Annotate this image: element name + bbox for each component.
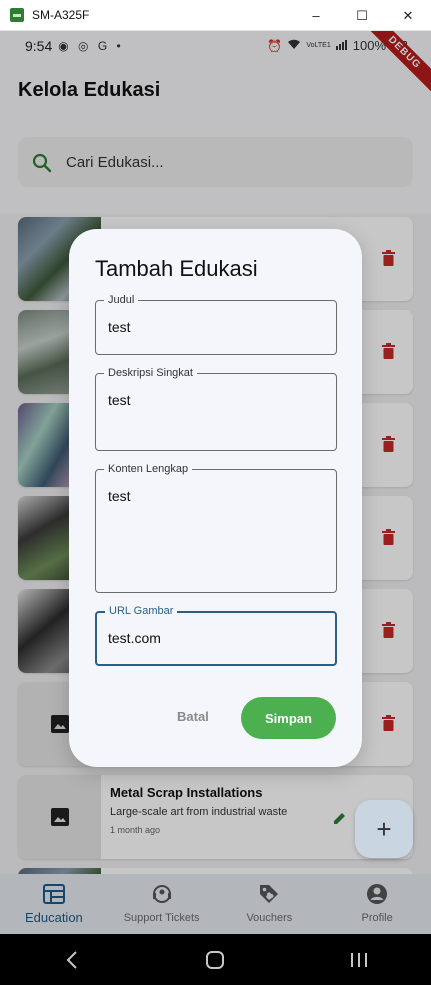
title-field[interactable]: Judul test [95, 294, 337, 355]
full-content-field[interactable]: Konten Lengkap test [95, 463, 337, 593]
maximize-button[interactable]: ☐ [339, 0, 385, 31]
field-value: test [108, 392, 131, 408]
field-value: test [108, 488, 131, 504]
add-education-button[interactable]: + [355, 800, 413, 858]
field-label: Deskripsi Singkat [104, 367, 197, 379]
dialog-title: Tambah Edukasi [95, 256, 258, 281]
field-value: test [108, 319, 131, 335]
field-label: URL Gambar [105, 605, 178, 617]
image-url-field[interactable]: URL Gambar test.com [95, 605, 337, 666]
short-description-field[interactable]: Deskripsi Singkat test [95, 367, 337, 451]
minimize-button[interactable]: – [293, 0, 339, 31]
field-value: test.com [108, 630, 161, 646]
cancel-button[interactable]: Batal [177, 709, 209, 724]
app-window-icon [10, 8, 24, 22]
save-button[interactable]: Simpan [241, 697, 336, 739]
phone-screen: 9:54 ◉ ◎ G • ⏰ VoLTE1 100% DEBUG Kelola … [0, 31, 431, 985]
window-titlebar: SM-A325F – ☐ ✕ [0, 0, 431, 31]
window-controls: – ☐ ✕ [293, 0, 431, 31]
add-education-dialog: Tambah Edukasi Judul test Deskripsi Sing… [69, 229, 362, 767]
close-button[interactable]: ✕ [385, 0, 431, 31]
window-title: SM-A325F [32, 8, 90, 22]
field-label: Konten Lengkap [104, 463, 193, 475]
field-label: Judul [104, 294, 139, 306]
